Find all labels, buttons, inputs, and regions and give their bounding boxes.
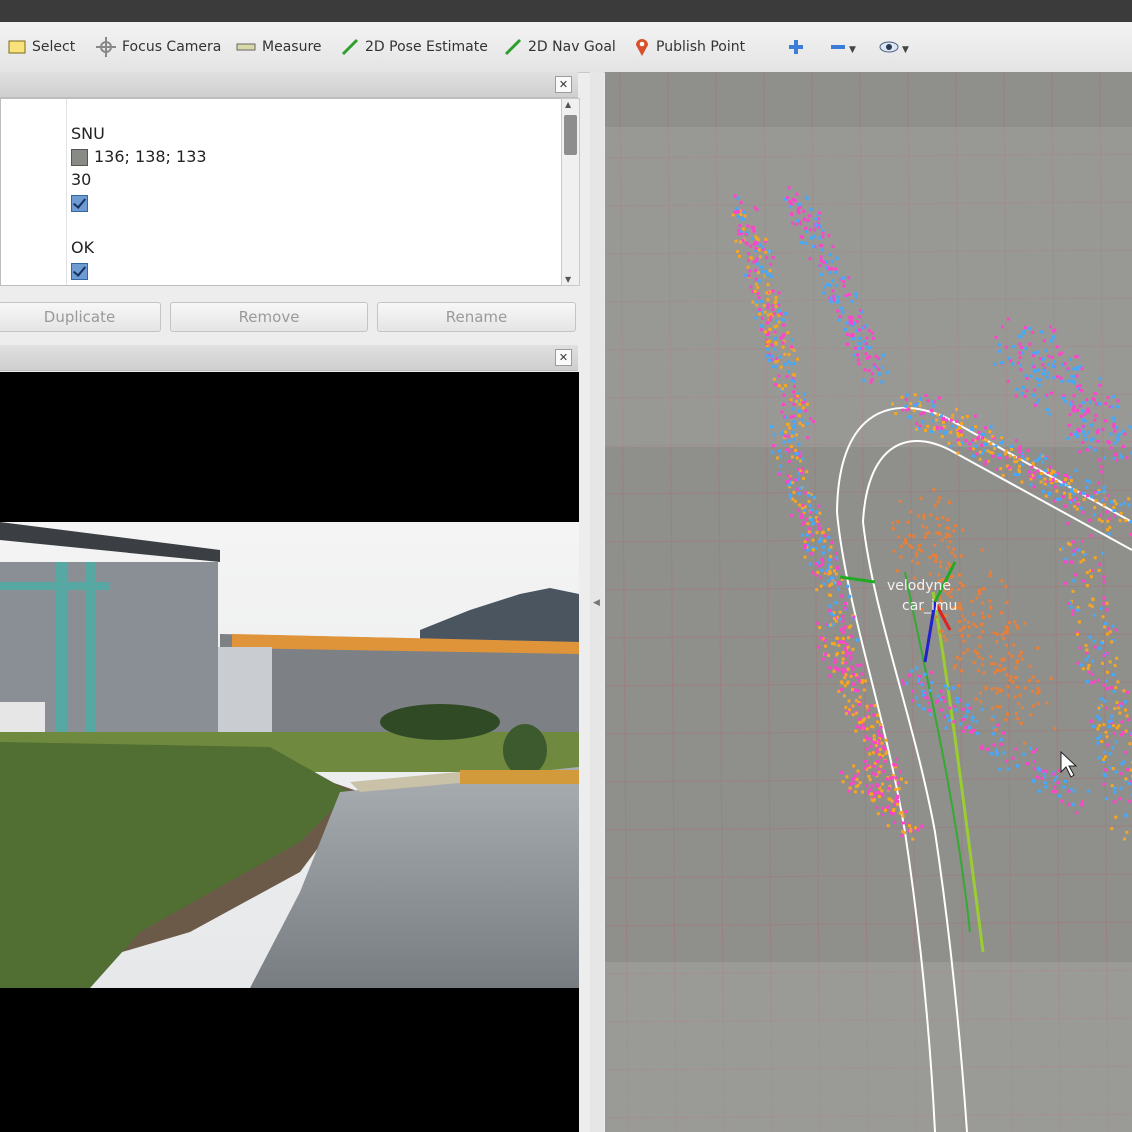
property-value: SNU	[71, 124, 105, 143]
nav-goal-tool[interactable]: 2D Nav Goal	[504, 36, 616, 58]
checkbox[interactable]	[71, 194, 88, 212]
frame-label-car-imu: car_imu	[902, 598, 957, 614]
frame-axis-marker	[839, 575, 876, 584]
property-row[interactable]: OK	[71, 237, 94, 259]
minus-icon	[831, 45, 845, 49]
property-value: 30	[71, 170, 92, 189]
pose-estimate-tool[interactable]: 2D Pose Estimate	[341, 36, 488, 58]
nav-goal-label: 2D Nav Goal	[528, 39, 616, 55]
property-value: 136; 138; 133	[94, 147, 207, 166]
duplicate-button[interactable]: Duplicate	[0, 302, 161, 332]
select-tool[interactable]: Select	[8, 36, 75, 58]
close-icon[interactable]: ✕	[555, 349, 572, 366]
property-row[interactable]: SNU	[71, 123, 105, 145]
plus-icon	[789, 40, 803, 54]
measure-tool[interactable]: Measure	[236, 36, 322, 58]
camera-panel-header: ✕	[0, 345, 578, 371]
remove-button[interactable]: Remove	[170, 302, 368, 332]
properties-scrollbar[interactable]: ▲ ▼	[561, 98, 580, 286]
collapse-arrow-icon[interactable]: ◀	[593, 598, 600, 608]
camera-image	[0, 522, 579, 988]
green-arrow-icon	[341, 38, 359, 56]
map-pin-icon	[636, 39, 648, 56]
properties-panel-header: ✕	[0, 72, 578, 98]
property-row[interactable]	[71, 260, 88, 282]
panel-splitter[interactable]: ◀	[590, 72, 604, 1132]
camera-image-view	[0, 372, 579, 1132]
remove-tool-button[interactable]: ▼	[830, 36, 856, 58]
checkbox[interactable]	[71, 262, 88, 280]
window-title-bar	[0, 0, 1132, 22]
pose-estimate-label: 2D Pose Estimate	[365, 39, 488, 55]
ruler-icon	[236, 43, 256, 51]
close-icon[interactable]: ✕	[555, 76, 572, 93]
scroll-up-icon[interactable]: ▲	[565, 100, 571, 109]
publish-point-label: Publish Point	[656, 39, 746, 55]
property-value: OK	[71, 238, 95, 257]
chevron-down-icon: ▼	[902, 45, 909, 55]
focus-camera-label: Focus Camera	[122, 39, 222, 55]
measure-label: Measure	[262, 39, 322, 55]
property-row[interactable]	[71, 192, 88, 214]
view-options-button[interactable]: ▼	[879, 36, 909, 58]
publish-point-tool[interactable]: Publish Point	[634, 36, 745, 58]
mouse-cursor-icon	[1060, 750, 1078, 778]
scroll-down-icon[interactable]: ▼	[565, 275, 571, 284]
green-arrow-icon	[504, 38, 522, 56]
add-tool-button[interactable]	[788, 36, 804, 58]
eye-icon	[879, 41, 899, 53]
select-icon	[8, 40, 26, 54]
scrollbar-thumb[interactable]	[564, 115, 577, 155]
crosshair-icon	[96, 37, 116, 57]
toolbar: Select Focus Camera Measure 2D Pose Esti…	[0, 22, 1132, 73]
point-cloud-scene: velodyne car_imu	[605, 72, 1132, 1132]
focus-camera-tool[interactable]: Focus Camera	[96, 36, 221, 58]
rename-button[interactable]: Rename	[377, 302, 576, 332]
property-row[interactable]: 30	[71, 169, 91, 191]
column-divider	[66, 99, 67, 285]
3d-render-view[interactable]: velodyne car_imu	[605, 72, 1132, 1132]
properties-tree: SNU 136; 138; 133 30 OK	[0, 98, 562, 286]
color-swatch	[71, 148, 88, 166]
frame-label-velodyne: velodyne	[887, 578, 951, 594]
select-tool-label: Select	[32, 39, 76, 55]
property-row[interactable]: 136; 138; 133	[71, 146, 207, 168]
chevron-down-icon: ▼	[849, 45, 856, 55]
